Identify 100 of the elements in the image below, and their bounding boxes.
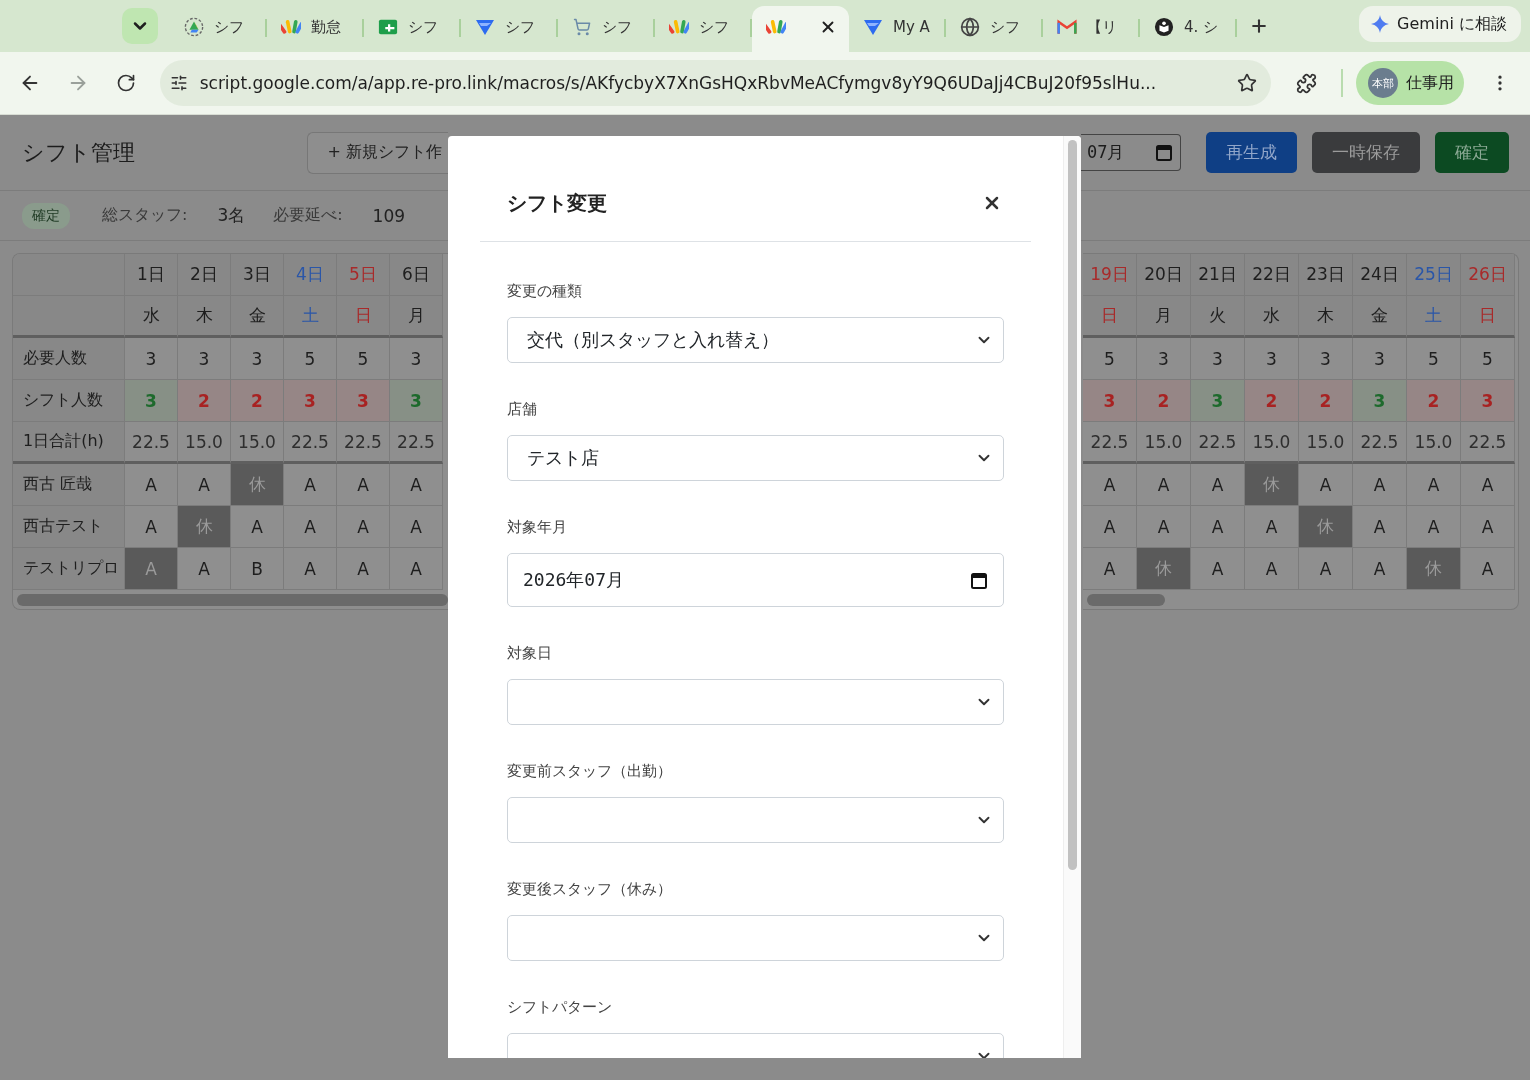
field-label: シフトパターン [507, 997, 613, 1017]
table-cell: 2 [178, 380, 231, 422]
table-cell: 3 [125, 380, 178, 422]
field-label: 変更後スタッフ（休み） [507, 879, 673, 899]
table-cell: A [1191, 548, 1245, 590]
field-label: 店舗 [507, 399, 538, 419]
table-cell: 15.0 [1407, 422, 1461, 464]
browser-tab[interactable]: シフ [461, 6, 558, 52]
table-cell: 3 [1353, 338, 1407, 380]
table-cell: 22.5 [125, 422, 178, 464]
weekday-header: 金 [1353, 296, 1407, 338]
table-cell: A [1137, 464, 1191, 506]
table-cell: 2 [1137, 380, 1191, 422]
browser-tab[interactable]: 勤怠 [267, 6, 364, 52]
table-cell: 3 [1083, 380, 1137, 422]
select-field[interactable]: 交代（別スタッフと入れ替え） [507, 317, 1004, 363]
table-cell: 休 [1407, 548, 1461, 590]
table-cell: A [1353, 464, 1407, 506]
site-settings-icon[interactable] [169, 74, 188, 92]
table-cell: 休 [1245, 464, 1299, 506]
action-button[interactable]: 確定 [1435, 132, 1509, 173]
day-header: 3日 [231, 254, 284, 296]
table-cell: 3 [390, 380, 443, 422]
table-cell: A [125, 464, 178, 506]
tab-list-button[interactable] [122, 8, 158, 44]
weekday-header: 水 [1245, 296, 1299, 338]
table-cell: 休 [1137, 548, 1191, 590]
field-label: 変更の種類 [507, 281, 583, 301]
table-cell: A [337, 506, 390, 548]
table-cell: A [1353, 506, 1407, 548]
address-bar[interactable]: script.google.com/a/app.re-pro.link/macros/s/AKfycbyX7XnGsHQxRbvMeACfymgv8yY9Q6UDaJj4CBuJ20f95slHu... [159, 60, 1272, 106]
weekday-header: 火 [1191, 296, 1245, 338]
table-cell: A [231, 506, 284, 548]
star-icon[interactable] [1237, 73, 1258, 93]
day-header: 4日 [284, 254, 337, 296]
day-header: 1日 [125, 254, 178, 296]
table-cell: A [1299, 548, 1353, 590]
table-cell: 2 [1299, 380, 1353, 422]
day-header: 23日 [1299, 254, 1353, 296]
browser-tab[interactable]: シフ [170, 6, 267, 52]
browser-tab[interactable]: シフ [946, 6, 1043, 52]
table-cell: A [284, 506, 337, 548]
table-cell: A [337, 464, 390, 506]
mail-icon [1057, 18, 1077, 36]
select-field[interactable] [507, 679, 1004, 725]
profile-button[interactable]: 本部 仕事用 [1356, 61, 1465, 105]
stat-label: 総スタッフ: [102, 205, 188, 226]
table-cell: A [178, 548, 231, 590]
page-title: シフト管理 [22, 138, 135, 167]
select-field[interactable]: テスト店 [507, 435, 1004, 481]
table-cell: A [1083, 464, 1137, 506]
table-cell: A [1191, 506, 1245, 548]
weekday-header: 日 [337, 296, 390, 338]
weekday-header: 月 [390, 296, 443, 338]
globe-icon [960, 17, 980, 37]
weekday-header: 金 [231, 296, 284, 338]
day-header: 6日 [390, 254, 443, 296]
browser-tab[interactable]: My A [849, 6, 946, 52]
browser-tab[interactable]: シフ [655, 6, 752, 52]
month-field[interactable]: 2026年07月 [507, 553, 1004, 607]
browser-tab[interactable]: シフ [364, 6, 461, 52]
row-label: テストリプロ [13, 548, 125, 590]
table-cell: 休 [231, 464, 284, 506]
scrollbar[interactable] [1087, 593, 1165, 606]
table-cell: 休 [178, 506, 231, 548]
month-field[interactable]: 07月 [1081, 134, 1181, 171]
weekday-header: 土 [284, 296, 337, 338]
table-cell: 22.5 [337, 422, 390, 464]
table-cell: 22.5 [1353, 422, 1407, 464]
table-cell: A [125, 506, 178, 548]
scrollbar[interactable] [1068, 140, 1077, 870]
table-cell: A [1083, 548, 1137, 590]
browser-tab[interactable]: 4. シ [1140, 6, 1237, 52]
table-cell: 3 [1353, 380, 1407, 422]
action-button[interactable]: 一時保存 [1312, 132, 1420, 173]
row-label: シフト人数 [13, 380, 125, 422]
action-button[interactable]: 再生成 [1206, 132, 1297, 173]
table-cell: A [1191, 464, 1245, 506]
table-cell: 5 [1461, 338, 1515, 380]
new-shift-button[interactable]: + 新規シフト作 [306, 131, 448, 174]
stat-value: 109 [372, 205, 406, 226]
field-label: 対象日 [507, 643, 553, 663]
select-field[interactable] [507, 915, 1004, 961]
table-cell: 22.5 [1461, 422, 1515, 464]
table-cell: 3 [1137, 338, 1191, 380]
stat-label: 必要延べ: [273, 205, 343, 226]
table-cell: 3 [231, 338, 284, 380]
table-cell: A [1461, 464, 1515, 506]
gemini-button[interactable]: Gemini に相談 [1359, 6, 1521, 42]
select-field[interactable] [507, 797, 1004, 843]
row-label: 必要人数 [13, 338, 125, 380]
weekday-header: 水 [125, 296, 178, 338]
table-cell: 5 [337, 338, 390, 380]
table-cell: A [390, 464, 443, 506]
browser-tab[interactable]: シフ [558, 6, 655, 52]
browser-tab[interactable]: 【リ [1043, 6, 1140, 52]
sheet-icon [378, 18, 398, 36]
scrollbar[interactable] [17, 593, 448, 606]
day-header: 25日 [1407, 254, 1461, 296]
stat-value: 3名 [217, 204, 246, 227]
